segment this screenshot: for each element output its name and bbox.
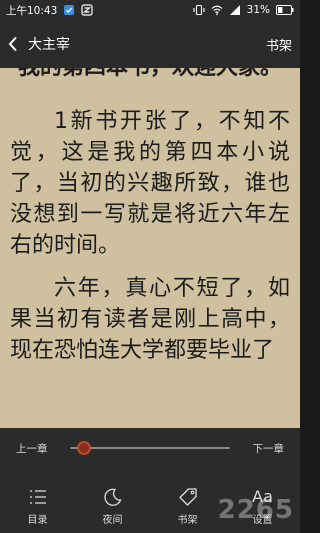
reading-content: 我的第四本书，欢迎大家。 1新书开张了，不知不觉，这是我的第四本小说了，当初的兴…	[10, 68, 290, 378]
status-left: 上午10:43	[6, 3, 93, 18]
slider-track[interactable]	[70, 447, 230, 449]
bookshelf-link[interactable]: 书架	[266, 35, 292, 54]
chapter-title: 我的第四本书，欢迎大家。	[10, 68, 290, 84]
tab-night-mode[interactable]: 夜间	[83, 487, 143, 526]
top-nav-bar: 大主宰 书架	[0, 20, 300, 68]
tab-bookshelf[interactable]: 书架	[158, 487, 218, 526]
reader-screen: 上午10:43 31% 大主宰 书架 1新书开张了，不知不觉，这是我的第四本小说…	[0, 0, 300, 533]
watermark-logo: 2265	[217, 495, 294, 525]
chevron-left-icon	[8, 36, 17, 52]
battery-icon	[276, 5, 294, 15]
book-title: 大主宰	[28, 37, 70, 53]
bottom-controls: 上一章 下一章 目录 夜间 书架 Aa 设置 2265	[0, 428, 300, 533]
status-right: 31%	[193, 4, 294, 16]
signal-icon	[229, 5, 240, 15]
reading-area[interactable]: 我的第四本书，欢迎大家。 1新书开张了，不知不觉，这是我的第四本小说了，当初的兴…	[0, 68, 300, 428]
moon-icon	[103, 488, 121, 506]
back-button[interactable]	[4, 32, 22, 56]
tag-icon	[178, 488, 197, 506]
app-notification-icon	[81, 4, 93, 16]
paragraph: 1新书开张了，不知不觉，这是我的第四本小说了，当初的兴趣所致，谁也没想到一写就是…	[10, 109, 290, 258]
paragraph: 六年，真心不短了，如果当初有读者是刚上高中，现在恐怕连大学都要毕业了	[10, 276, 290, 363]
slider-thumb[interactable]	[77, 441, 91, 455]
vibrate-icon	[193, 4, 205, 16]
prev-chapter-button[interactable]: 上一章	[16, 441, 56, 456]
tab-label: 书架	[177, 515, 198, 526]
wifi-icon	[211, 5, 223, 16]
tab-label: 夜间	[102, 515, 123, 526]
status-time: 上午10:43	[6, 4, 58, 17]
chapter-progress-slider[interactable]	[70, 438, 230, 458]
next-chapter-button[interactable]: 下一章	[244, 441, 285, 456]
list-icon	[29, 490, 46, 504]
shield-icon	[64, 5, 75, 15]
chapter-navigation: 上一章 下一章	[0, 428, 300, 468]
tab-catalog[interactable]: 目录	[8, 487, 68, 526]
battery-percent: 31%	[246, 4, 270, 16]
status-bar: 上午10:43 31%	[0, 0, 300, 20]
nav-left: 大主宰	[4, 32, 70, 56]
tab-label: 目录	[27, 515, 48, 526]
